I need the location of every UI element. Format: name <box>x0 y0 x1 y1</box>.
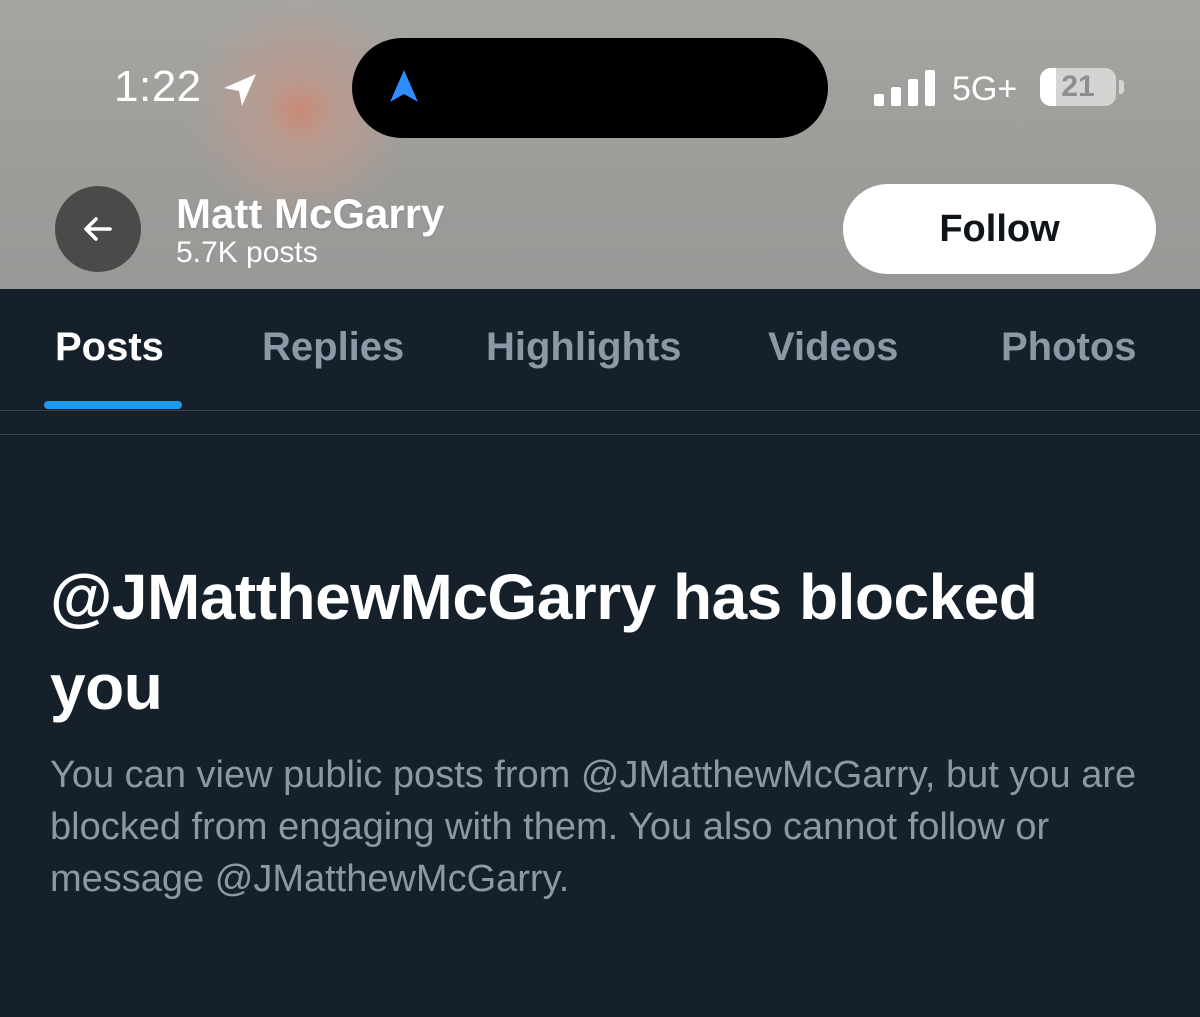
location-arrow-icon <box>224 74 256 106</box>
status-time: 1:22 <box>114 62 202 111</box>
blocked-title: @JMatthewMcGarry has blocked you <box>50 561 1038 723</box>
post-count: 5.7K posts <box>176 236 318 269</box>
back-button[interactable] <box>55 186 141 272</box>
cellular-signal-icon <box>874 70 935 106</box>
back-arrow-icon <box>84 217 112 241</box>
tab-highlights[interactable]: Highlights <box>486 325 682 375</box>
navigation-arrow-icon <box>390 70 418 102</box>
profile-name: Matt McGarry <box>176 190 445 237</box>
divider <box>0 434 1200 435</box>
profile-header: 1:22 5G+ 21 Matt McGarry 5.7K posts Foll… <box>0 0 1200 289</box>
active-tab-indicator <box>44 401 182 409</box>
battery-level: 21 <box>1061 70 1095 103</box>
profile-page: 1:22 5G+ 21 Matt McGarry 5.7K posts Foll… <box>0 0 1200 1017</box>
tab-replies[interactable]: Replies <box>262 325 404 375</box>
battery-cap <box>1119 80 1124 94</box>
dynamic-island <box>352 38 828 138</box>
follow-button[interactable]: Follow <box>843 184 1156 274</box>
battery-icon: 21 <box>1040 68 1116 106</box>
tab-videos[interactable]: Videos <box>768 325 898 375</box>
network-type: 5G+ <box>952 70 1018 108</box>
tab-photos[interactable]: Photos <box>1001 325 1137 375</box>
blocked-description: You can view public posts from @JMatthew… <box>50 754 1137 900</box>
tab-posts[interactable]: Posts <box>55 325 164 375</box>
profile-tabs: Posts Replies Highlights Videos Photos <box>0 289 1200 411</box>
